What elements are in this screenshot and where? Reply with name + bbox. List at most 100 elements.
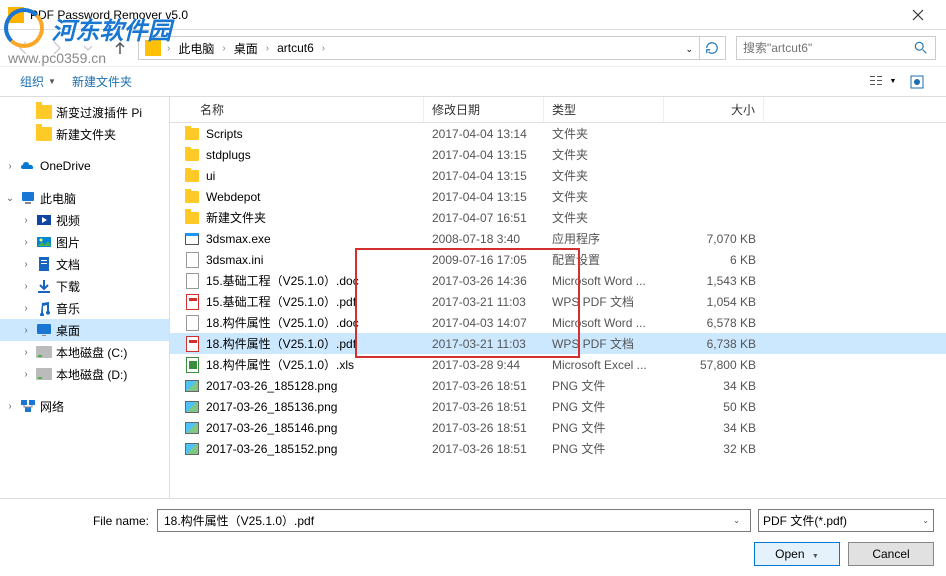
nav-recent-button[interactable] <box>74 34 102 62</box>
sidebar-item[interactable]: ›图片 <box>0 231 169 253</box>
file-name: 2017-03-26_185136.png <box>206 400 337 414</box>
nav-forward-button[interactable] <box>42 34 70 62</box>
cancel-button[interactable]: Cancel <box>848 542 934 566</box>
sidebar-item[interactable]: ›桌面 <box>0 319 169 341</box>
sidebar-item[interactable]: 渐变过渡插件 Pi <box>0 101 169 123</box>
sidebar[interactable]: 渐变过渡插件 Pi新建文件夹›OneDrive⌄此电脑›视频›图片›文档›下载›… <box>0 97 170 498</box>
organize-menu[interactable]: 组织▼ <box>12 67 64 96</box>
file-row[interactable]: 15.基础工程（V25.1.0）.doc 2017-03-26 14:36 Mi… <box>170 270 946 291</box>
folder-icon <box>184 189 200 205</box>
chevron-right-icon: › <box>220 43 227 54</box>
file-row[interactable]: stdplugs 2017-04-04 13:15 文件夹 <box>170 144 946 165</box>
refresh-button[interactable] <box>699 37 723 59</box>
sidebar-item[interactable]: 新建文件夹 <box>0 123 169 145</box>
file-row[interactable]: 新建文件夹 2017-04-07 16:51 文件夹 <box>170 207 946 228</box>
column-date[interactable]: 修改日期 <box>424 97 544 122</box>
file-row[interactable]: 3dsmax.ini 2009-07-16 17:05 配置设置 6 KB <box>170 249 946 270</box>
file-name: 2017-03-26_185146.png <box>206 421 337 435</box>
file-row[interactable]: 18.构件属性（V25.1.0）.xls 2017-03-28 9:44 Mic… <box>170 354 946 375</box>
ini-icon <box>184 252 200 268</box>
drive-icon <box>36 344 52 360</box>
breadcrumb-item[interactable]: 此电脑 <box>172 37 220 59</box>
file-row[interactable]: 2017-03-26_185128.png 2017-03-26 18:51 P… <box>170 375 946 396</box>
breadcrumb-item[interactable]: 桌面 <box>228 37 264 59</box>
sidebar-item[interactable]: ›本地磁盘 (C:) <box>0 341 169 363</box>
expand-icon[interactable]: ⌄ <box>4 193 16 204</box>
filetype-select[interactable]: PDF 文件(*.pdf) ⌄ <box>758 509 934 532</box>
file-row[interactable]: 2017-03-26_185152.png 2017-03-26 18:51 P… <box>170 438 946 459</box>
chevron-down-icon[interactable]: ⌄ <box>733 516 740 525</box>
close-button[interactable] <box>898 0 938 30</box>
file-size: 32 KB <box>664 442 764 456</box>
file-type: WPS PDF 文档 <box>544 293 664 310</box>
sidebar-item[interactable]: ›下载 <box>0 275 169 297</box>
png-icon <box>184 441 200 457</box>
open-button[interactable]: Open ▼ <box>754 542 840 566</box>
breadcrumb-dropdown[interactable]: ⌄ <box>679 41 699 55</box>
search-button[interactable] <box>907 41 935 55</box>
expand-icon[interactable]: › <box>4 161 16 172</box>
sidebar-item[interactable]: › 网络 <box>0 395 169 417</box>
column-headers: 名称 修改日期 类型 大小 <box>170 97 946 123</box>
file-date: 2017-03-26 14:36 <box>424 274 544 288</box>
expand-icon[interactable]: › <box>20 369 32 380</box>
chevron-down-icon <box>80 40 96 56</box>
expand-icon[interactable]: › <box>4 401 16 412</box>
sidebar-item[interactable]: ›本地磁盘 (D:) <box>0 363 169 385</box>
nav-back-button[interactable] <box>10 34 38 62</box>
file-row[interactable]: 2017-03-26_185136.png 2017-03-26 18:51 P… <box>170 396 946 417</box>
file-list[interactable]: 名称 修改日期 类型 大小 Scripts 2017-04-04 13:14 文… <box>170 97 946 498</box>
breadcrumb[interactable]: › 此电脑 › 桌面 › artcut6 › ⌄ <box>138 36 726 60</box>
file-type: 文件夹 <box>544 167 664 184</box>
file-date: 2017-04-04 13:15 <box>424 169 544 183</box>
help-button[interactable] <box>900 67 934 96</box>
sidebar-item[interactable]: › OneDrive <box>0 155 169 177</box>
sidebar-item-label: OneDrive <box>40 159 91 173</box>
sidebar-item-label: 此电脑 <box>40 190 76 207</box>
sidebar-item-label: 网络 <box>40 398 64 415</box>
nav-up-button[interactable] <box>106 34 134 62</box>
arrow-up-icon <box>112 40 128 56</box>
new-folder-button[interactable]: 新建文件夹 <box>64 67 140 96</box>
doc-icon <box>184 315 200 331</box>
expand-icon[interactable]: › <box>20 259 32 270</box>
column-name[interactable]: 名称 <box>170 97 424 122</box>
file-row[interactable]: Scripts 2017-04-04 13:14 文件夹 <box>170 123 946 144</box>
expand-icon[interactable]: › <box>20 281 32 292</box>
file-type: Microsoft Word ... <box>544 316 664 330</box>
column-size[interactable]: 大小 <box>664 97 764 122</box>
sidebar-item[interactable]: ›文档 <box>0 253 169 275</box>
breadcrumb-item[interactable]: artcut6 <box>271 37 320 59</box>
file-name: 2017-03-26_185152.png <box>206 442 337 456</box>
xls-icon <box>184 357 200 373</box>
file-row[interactable]: 18.构件属性（V25.1.0）.doc 2017-04-03 14:07 Mi… <box>170 312 946 333</box>
app-icon <box>8 7 24 23</box>
expand-icon[interactable]: › <box>20 325 32 336</box>
file-row[interactable]: Webdepot 2017-04-04 13:15 文件夹 <box>170 186 946 207</box>
file-row[interactable]: 2017-03-26_185146.png 2017-03-26 18:51 P… <box>170 417 946 438</box>
file-date: 2008-07-18 3:40 <box>424 232 544 246</box>
folder-icon <box>145 40 161 56</box>
column-type[interactable]: 类型 <box>544 97 664 122</box>
file-row[interactable]: 3dsmax.exe 2008-07-18 3:40 应用程序 7,070 KB <box>170 228 946 249</box>
expand-icon[interactable]: › <box>20 237 32 248</box>
expand-icon[interactable]: › <box>20 215 32 226</box>
expand-icon[interactable]: › <box>20 347 32 358</box>
search-box[interactable] <box>736 36 936 60</box>
sidebar-item[interactable]: ›视频 <box>0 209 169 231</box>
filename-input[interactable] <box>157 509 751 532</box>
file-date: 2017-04-04 13:15 <box>424 190 544 204</box>
file-row[interactable]: 18.构件属性（V25.1.0）.pdf 2017-03-21 11:03 WP… <box>170 333 946 354</box>
file-size: 6,578 KB <box>664 316 764 330</box>
search-input[interactable] <box>737 41 907 55</box>
file-name: Scripts <box>206 127 243 141</box>
file-row[interactable]: ui 2017-04-04 13:15 文件夹 <box>170 165 946 186</box>
file-row[interactable]: 15.基础工程（V25.1.0）.pdf 2017-03-21 11:03 WP… <box>170 291 946 312</box>
expand-icon[interactable]: › <box>20 303 32 314</box>
file-size: 34 KB <box>664 421 764 435</box>
sidebar-item[interactable]: ›音乐 <box>0 297 169 319</box>
file-date: 2017-03-26 18:51 <box>424 379 544 393</box>
sidebar-item[interactable]: ⌄ 此电脑 <box>0 187 169 209</box>
view-options-button[interactable]: ▼ <box>866 67 900 96</box>
file-type: Microsoft Excel ... <box>544 358 664 372</box>
